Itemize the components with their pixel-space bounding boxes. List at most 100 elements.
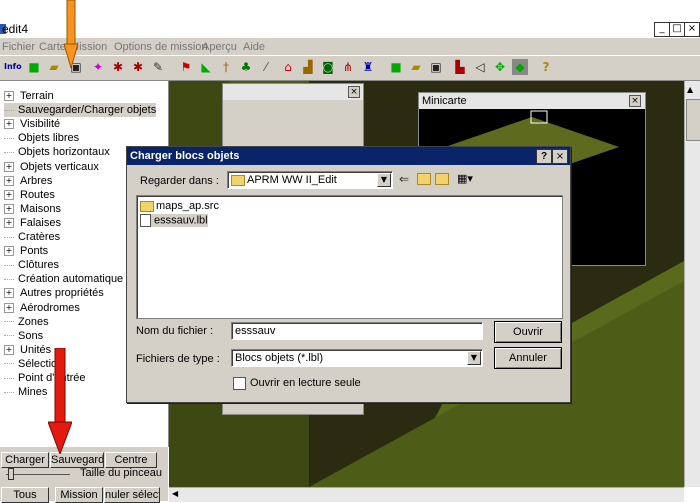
paint-icon[interactable]: ✦ [90, 59, 106, 75]
red-arrow-icon [48, 348, 72, 454]
menu-fichier[interactable]: Fichier [2, 41, 35, 53]
view-menu-icon[interactable]: ▦▾ [457, 172, 473, 185]
vertical-scroll-thumb[interactable] [686, 99, 700, 141]
back-arrow-icon[interactable]: ⇐ [399, 172, 409, 186]
list-item[interactable]: maps_ap.src [140, 200, 219, 213]
brush-size-label: Taille du pinceau [80, 467, 162, 479]
unit-icon[interactable]: ♜ [360, 59, 376, 75]
crater-icon[interactable]: ◙ [320, 59, 336, 75]
vertical-scrollbar[interactable]: ▲ [684, 81, 700, 487]
tree-icon[interactable]: ♣ [238, 59, 254, 75]
list-item[interactable]: esssauv.lbl [140, 214, 208, 227]
flag-icon[interactable]: ⚑ [178, 59, 194, 75]
tree-item[interactable]: Création automatique [4, 272, 123, 286]
menu-carte[interactable]: Carte [39, 41, 66, 53]
dialog-help-button[interactable]: ? [536, 149, 552, 164]
expand-icon[interactable]: + [4, 189, 14, 200]
tree-item[interactable]: + Arbres [4, 174, 52, 188]
filename-input[interactable] [231, 322, 483, 340]
expand-icon[interactable]: + [4, 246, 14, 257]
green-square-icon[interactable]: ■ [26, 59, 42, 75]
maximize-button[interactable]: □ [669, 22, 685, 37]
horizontal-scrollbar[interactable]: ◀ [169, 487, 684, 502]
tree-item[interactable]: Clôtures [4, 258, 59, 272]
chevron-down-icon[interactable]: ▼ [467, 351, 481, 365]
tree-item[interactable]: + Objets verticaux [4, 160, 99, 174]
filetype-dropdown[interactable]: Blocs objets (*.lbl) ▼ [231, 349, 483, 367]
expand-icon[interactable]: + [4, 161, 14, 172]
bridge-icon[interactable]: ⋔ [340, 59, 356, 75]
expand-icon[interactable]: + [4, 119, 14, 130]
tank-icon[interactable]: ▙ [452, 59, 468, 75]
road-icon[interactable]: ⁄ [258, 59, 274, 75]
cancel-button[interactable]: Annuler [494, 347, 562, 369]
tree-item[interactable]: Point d'entrée [4, 371, 86, 385]
look-in-dropdown[interactable]: APRM WW II_Edit ▼ [227, 171, 393, 189]
charger-button[interactable]: Charger [1, 452, 49, 468]
save-disk2-icon[interactable]: ▣ [428, 59, 444, 75]
brush-slider-thumb[interactable] [8, 468, 14, 480]
expand-icon[interactable]: + [4, 91, 14, 102]
tree-item[interactable]: + Aérodromes [4, 301, 80, 315]
info-icon[interactable]: Info [4, 59, 22, 75]
tree-item[interactable]: + Terrain [4, 89, 54, 103]
tree-line [4, 264, 14, 266]
expand-icon[interactable]: + [4, 344, 14, 355]
tree-item[interactable]: + Visibilité [4, 117, 60, 131]
expand-icon[interactable]: + [4, 288, 14, 299]
sound-icon[interactable]: ◁ [472, 59, 488, 75]
objects2-icon[interactable]: ✱ [130, 59, 146, 75]
tree-item[interactable]: + Autres propriétés [4, 286, 104, 300]
new-folder-icon[interactable] [435, 173, 449, 185]
tree-line [4, 321, 14, 323]
green-square2-icon[interactable]: ■ [388, 59, 404, 75]
up-folder-icon[interactable] [417, 173, 431, 185]
readonly-checkbox[interactable] [233, 377, 246, 390]
sign-icon[interactable]: † [218, 59, 234, 75]
tree-item[interactable]: + Ponts [4, 244, 48, 258]
help-icon[interactable]: ? [538, 59, 554, 75]
menu-apercu[interactable]: Aperçu [202, 41, 237, 53]
tree-item[interactable]: Objets horizontaux [4, 145, 110, 159]
minimap-close-icon[interactable]: × [629, 95, 641, 107]
house-icon[interactable]: ⌂ [280, 59, 296, 75]
tree-item[interactable]: Mines [4, 385, 47, 399]
cliff-icon[interactable]: ▟ [300, 59, 316, 75]
expand-icon[interactable]: + [4, 175, 14, 186]
expand-icon[interactable]: + [4, 203, 14, 214]
chevron-down-icon[interactable]: ▼ [377, 173, 391, 187]
minimize-button[interactable]: _ [654, 22, 670, 37]
tree-item[interactable]: + Maisons [4, 202, 61, 216]
floating-panel-close-icon[interactable]: × [348, 86, 360, 98]
filetype-value: Blocs objets (*.lbl) [235, 352, 324, 364]
scroll-left-icon[interactable]: ◀ [172, 489, 178, 498]
close-button[interactable]: × [684, 22, 700, 37]
diamond-icon[interactable]: ◆ [512, 59, 528, 75]
tree-item[interactable]: + Routes [4, 188, 55, 202]
tree-item[interactable]: + Falaises [4, 216, 61, 230]
centre-button[interactable]: Centre [105, 452, 157, 468]
tree-item[interactable]: + Unités [4, 343, 51, 357]
brush-slider[interactable] [6, 474, 70, 475]
tree-item[interactable]: Sauvegarder/Charger objets [4, 103, 157, 118]
dialog-close-button[interactable]: × [552, 149, 568, 164]
objects-icon[interactable]: ✱ [110, 59, 126, 75]
menu-aide[interactable]: Aide [243, 41, 265, 53]
expand-icon[interactable]: + [4, 217, 14, 228]
file-list[interactable]: maps_ap.src esssauv.lbl [136, 195, 563, 319]
open-button[interactable]: Ouvrir [494, 321, 562, 343]
open-folder2-icon[interactable]: ▰ [408, 59, 424, 75]
tree-item[interactable]: Zones [4, 315, 49, 329]
edit-icon[interactable]: ✎ [150, 59, 166, 75]
open-folder-icon[interactable]: ▰ [46, 59, 62, 75]
tree-item[interactable]: Objets libres [4, 131, 79, 145]
tree-item[interactable]: Cratères [4, 230, 60, 244]
sauvegarde-button[interactable]: Sauvegarde [50, 452, 104, 468]
tree-item[interactable]: Sons [4, 329, 43, 343]
scroll-up-icon[interactable]: ▲ [687, 85, 693, 94]
terrain-icon[interactable]: ◣ [198, 59, 214, 75]
menu-options-mission[interactable]: Options de mission [114, 41, 208, 53]
load-dialog: Charger blocs objets ? × Regarder dans :… [126, 146, 571, 403]
expand-icon[interactable]: + [4, 302, 14, 313]
move-icon[interactable]: ✥ [492, 59, 508, 75]
